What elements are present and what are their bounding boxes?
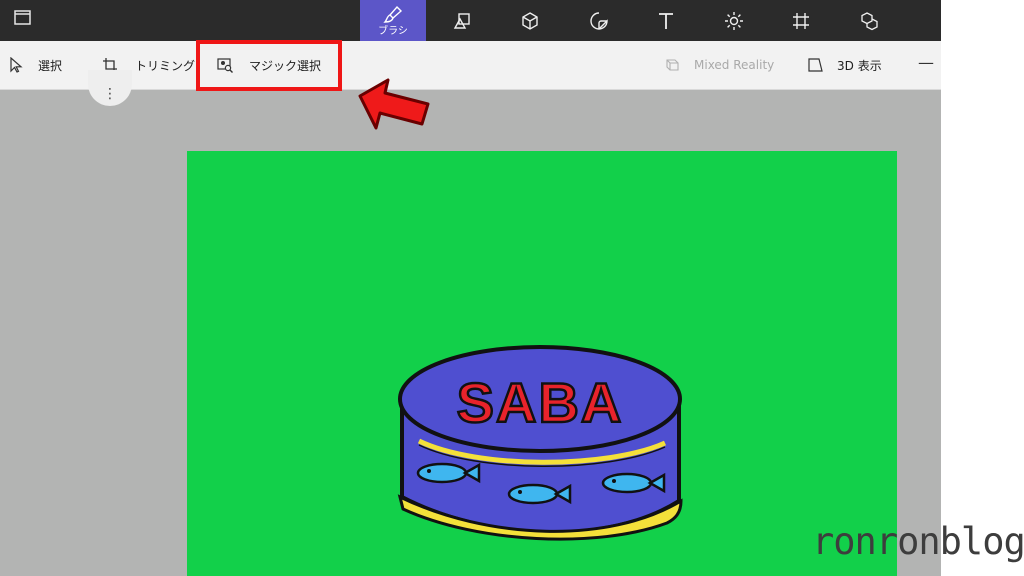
mixed-reality-button[interactable]: Mixed Reality — [664, 41, 774, 89]
select-label: 選択 — [38, 58, 63, 73]
stickers-tool-button[interactable] — [566, 0, 632, 41]
minimize-button[interactable]: — — [918, 55, 938, 71]
cursor-arrow-icon — [10, 57, 23, 73]
3d-library-tool-button[interactable] — [837, 0, 903, 41]
top-toolbar: ブラシ — [0, 0, 941, 41]
text-tool-button[interactable] — [633, 0, 699, 41]
brushes-tool-button[interactable]: ブラシ — [360, 0, 426, 41]
can-label-text: SABA — [457, 371, 624, 434]
watermark-text: ronronblog — [812, 520, 1024, 563]
saba-can-drawing: SABA — [397, 345, 683, 541]
3d-library-icon — [861, 11, 878, 30]
crop-label: トリミング — [135, 58, 196, 73]
menu-button[interactable] — [12, 8, 34, 28]
view-3d-icon — [808, 58, 823, 72]
canvas-tool-button[interactable] — [768, 0, 834, 41]
folder-icon — [14, 10, 31, 25]
view-3d-button[interactable]: 3D 表示 — [807, 41, 882, 89]
mixed-reality-label: Mixed Reality — [694, 58, 775, 72]
brush-icon — [383, 5, 403, 23]
2d-shapes-icon — [453, 12, 470, 29]
pointer-arrow-icon — [358, 78, 430, 130]
2d-shapes-tool-button[interactable] — [429, 0, 495, 41]
view-3d-label: 3D 表示 — [837, 58, 882, 73]
select-button[interactable]: 選択 — [8, 41, 62, 89]
more-options-button[interactable]: ⋮ — [88, 70, 132, 106]
magic-select-highlight-box — [196, 40, 342, 91]
mixed-reality-icon — [666, 59, 679, 71]
page-margin — [941, 0, 1024, 576]
drawing-canvas[interactable]: SABA — [187, 151, 897, 576]
3d-shapes-icon — [522, 11, 538, 30]
effects-icon — [725, 11, 743, 30]
selection-toolbar: 選択 トリミング マジック選択 Mixed Reality 3D 表示 — [0, 41, 941, 90]
text-icon — [659, 12, 673, 29]
stickers-icon — [590, 11, 608, 30]
effects-tool-button[interactable] — [701, 0, 767, 41]
brushes-tool-label: ブラシ — [378, 25, 408, 37]
paint3d-window: ブラシ 選択 トリミング マジック選択 Mixed Reality 3D 表示 … — [0, 0, 941, 576]
canvas-icon — [793, 12, 809, 29]
3d-shapes-tool-button[interactable] — [497, 0, 563, 41]
